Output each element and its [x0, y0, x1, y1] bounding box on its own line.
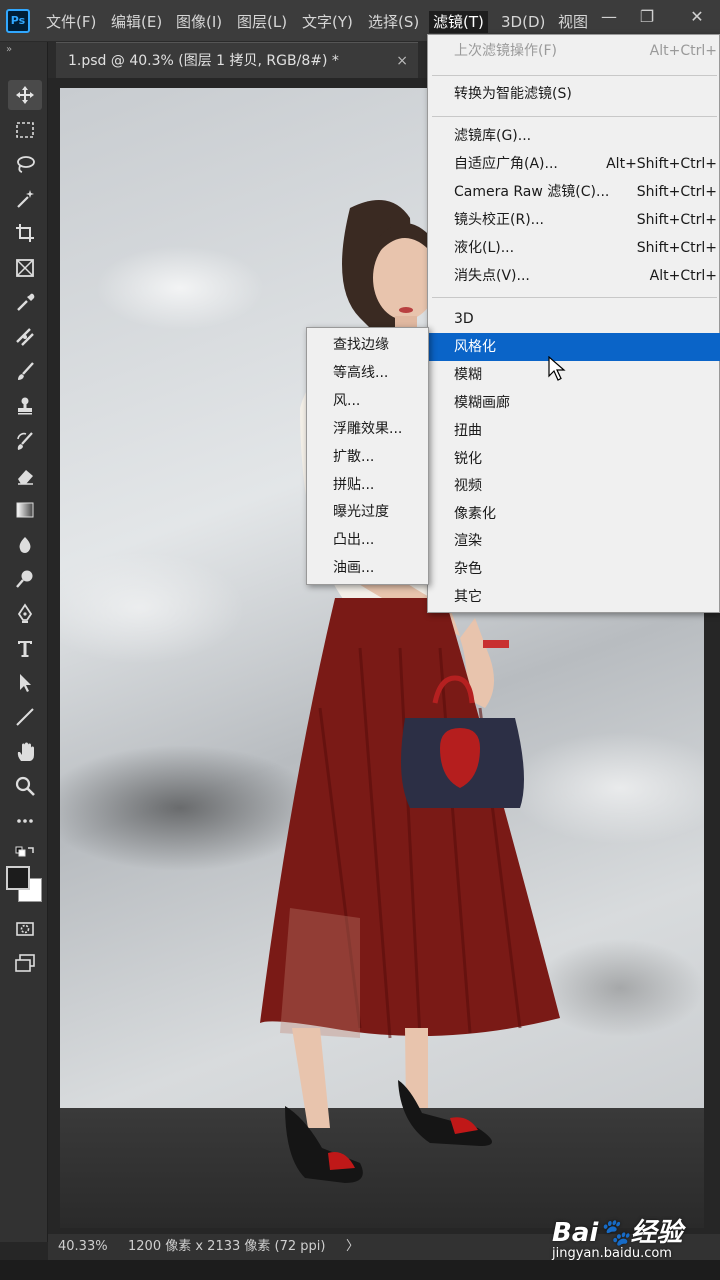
menu-item-convert-smart-filter[interactable]: 转换为智能滤镜(S): [428, 80, 720, 108]
zoom-level[interactable]: 40.33%: [58, 1234, 108, 1260]
menu-item-sharpen[interactable]: 锐化: [428, 445, 720, 473]
bottom-strip: [0, 1260, 720, 1280]
menu-select[interactable]: 选择(S): [368, 11, 419, 33]
menu-file[interactable]: 文件(F): [46, 11, 96, 33]
restore-button[interactable]: ❐: [632, 6, 662, 28]
close-tab-icon[interactable]: ×: [396, 43, 408, 79]
healing-brush-tool-icon[interactable]: [8, 322, 42, 352]
menu-item-pixelate[interactable]: 像素化: [428, 500, 720, 528]
menu-item-other[interactable]: 其它: [428, 583, 720, 611]
quick-mask-icon[interactable]: [8, 914, 42, 944]
photoshop-logo-icon: Ps: [6, 9, 30, 33]
submenu-item-tiles[interactable]: 拼贴...: [307, 471, 428, 499]
frame-tool-icon[interactable]: [8, 253, 42, 283]
menu-item-noise[interactable]: 杂色: [428, 555, 720, 583]
watermark-logo: Bai🐾经验: [552, 1218, 683, 1248]
submenu-item-oil-paint[interactable]: 油画...: [307, 554, 428, 582]
document-tab[interactable]: 1.psd @ 40.3% (图层 1 拷贝, RGB/8#) * ×: [56, 42, 418, 78]
submenu-item-extrude[interactable]: 凸出...: [307, 526, 428, 554]
menu-item-3d[interactable]: 3D: [428, 305, 720, 333]
document-info: 1200 像素 x 2133 像素 (72 ppi): [128, 1239, 326, 1254]
lasso-tool-icon[interactable]: [8, 149, 42, 179]
dodge-tool-icon[interactable]: [8, 564, 42, 594]
menu-item-render[interactable]: 渲染: [428, 527, 720, 555]
submenu-item-diffuse[interactable]: 扩散...: [307, 443, 428, 471]
crop-tool-icon[interactable]: [8, 218, 42, 248]
baidu-jingyan-watermark: Bai🐾经验 jingyan.baidu.com: [552, 1212, 702, 1264]
menu-item-adaptive-wide-angle[interactable]: 自适应广角(A)... Alt+Shift+Ctrl+: [428, 150, 720, 178]
menu-item-blur-gallery[interactable]: 模糊画廊: [428, 389, 720, 417]
magic-wand-tool-icon[interactable]: [8, 184, 42, 214]
menu-filter[interactable]: 滤镜(T): [429, 11, 488, 33]
minimize-button[interactable]: —: [594, 6, 624, 28]
menu-item-filter-gallery[interactable]: 滤镜库(G)...: [428, 122, 720, 150]
clone-stamp-tool-icon[interactable]: [8, 391, 42, 421]
history-brush-tool-icon[interactable]: [8, 426, 42, 456]
submenu-item-solarize[interactable]: 曝光过度: [307, 498, 428, 526]
menu-separator: [432, 297, 717, 298]
eraser-tool-icon[interactable]: [8, 461, 42, 491]
menu-item-video[interactable]: 视频: [428, 472, 720, 500]
submenu-item-emboss[interactable]: 浮雕效果...: [307, 415, 428, 443]
submenu-item-wind[interactable]: 风...: [307, 387, 428, 415]
filter-dropdown-menu: 上次滤镜操作(F) Alt+Ctrl+ 转换为智能滤镜(S) 滤镜库(G)... …: [427, 34, 720, 613]
menu-item-lens-correction[interactable]: 镜头校正(R)... Shift+Ctrl+: [428, 206, 720, 234]
menu-item-stylize[interactable]: 风格化: [428, 333, 720, 361]
collapse-panel-icon[interactable]: »: [6, 44, 12, 55]
screen-mode-icon[interactable]: [8, 948, 42, 978]
menu-item-last-filter: 上次滤镜操作(F) Alt+Ctrl+: [454, 43, 717, 59]
hand-tool-icon[interactable]: [8, 737, 42, 767]
menu-item-blur[interactable]: 模糊: [428, 361, 720, 389]
watermark-url: jingyan.baidu.com: [552, 1246, 672, 1261]
menu-item-camera-raw[interactable]: Camera Raw 滤镜(C)... Shift+Ctrl+: [428, 178, 720, 206]
stylize-submenu: 查找边缘 等高线... 风... 浮雕效果... 扩散... 拼贴... 曝光过…: [306, 327, 429, 585]
photoshop-window: Ps 文件(F) 编辑(E) 图像(I) 图层(L) 文字(Y) 选择(S) 滤…: [0, 0, 720, 1280]
brush-tool-icon[interactable]: [8, 357, 42, 387]
menu-item-vanishing-point[interactable]: 消失点(V)... Alt+Ctrl+: [428, 262, 720, 290]
submenu-item-find-edges[interactable]: 查找边缘: [307, 331, 428, 359]
type-tool-icon[interactable]: [8, 633, 42, 663]
menu-separator: [432, 116, 717, 117]
document-tab-title: 1.psd @ 40.3% (图层 1 拷贝, RGB/8#) *: [68, 53, 339, 69]
move-tool-icon[interactable]: [8, 80, 42, 110]
more-tools-icon[interactable]: [8, 806, 42, 836]
menu-view[interactable]: 视图: [558, 11, 588, 33]
tools-panel: »: [0, 42, 48, 1242]
menu-type[interactable]: 文字(Y): [302, 11, 353, 33]
status-menu-arrow-icon[interactable]: 〉: [346, 1234, 359, 1260]
menu-image[interactable]: 图像(I): [176, 11, 222, 33]
path-selection-tool-icon[interactable]: [8, 668, 42, 698]
menu-item-distort[interactable]: 扭曲: [428, 417, 720, 445]
submenu-item-contour[interactable]: 等高线...: [307, 359, 428, 387]
line-tool-icon[interactable]: [8, 702, 42, 732]
menu-layer[interactable]: 图层(L): [237, 11, 287, 33]
gradient-tool-icon[interactable]: [8, 495, 42, 525]
mouse-cursor-icon: [548, 356, 566, 381]
menu-item-liquify[interactable]: 液化(L)... Shift+Ctrl+: [428, 234, 720, 262]
blur-tool-icon[interactable]: [8, 530, 42, 560]
foreground-color-swatch[interactable]: [6, 866, 30, 890]
menu-edit[interactable]: 编辑(E): [111, 11, 162, 33]
marquee-tool-icon[interactable]: [8, 115, 42, 145]
menu-separator: [432, 75, 717, 76]
close-window-button[interactable]: ✕: [682, 6, 712, 28]
menu-3d[interactable]: 3D(D): [501, 11, 545, 33]
pen-tool-icon[interactable]: [8, 599, 42, 629]
eyedropper-tool-icon[interactable]: [8, 288, 42, 318]
zoom-tool-icon[interactable]: [8, 771, 42, 801]
color-swatches-icon[interactable]: [6, 864, 44, 904]
